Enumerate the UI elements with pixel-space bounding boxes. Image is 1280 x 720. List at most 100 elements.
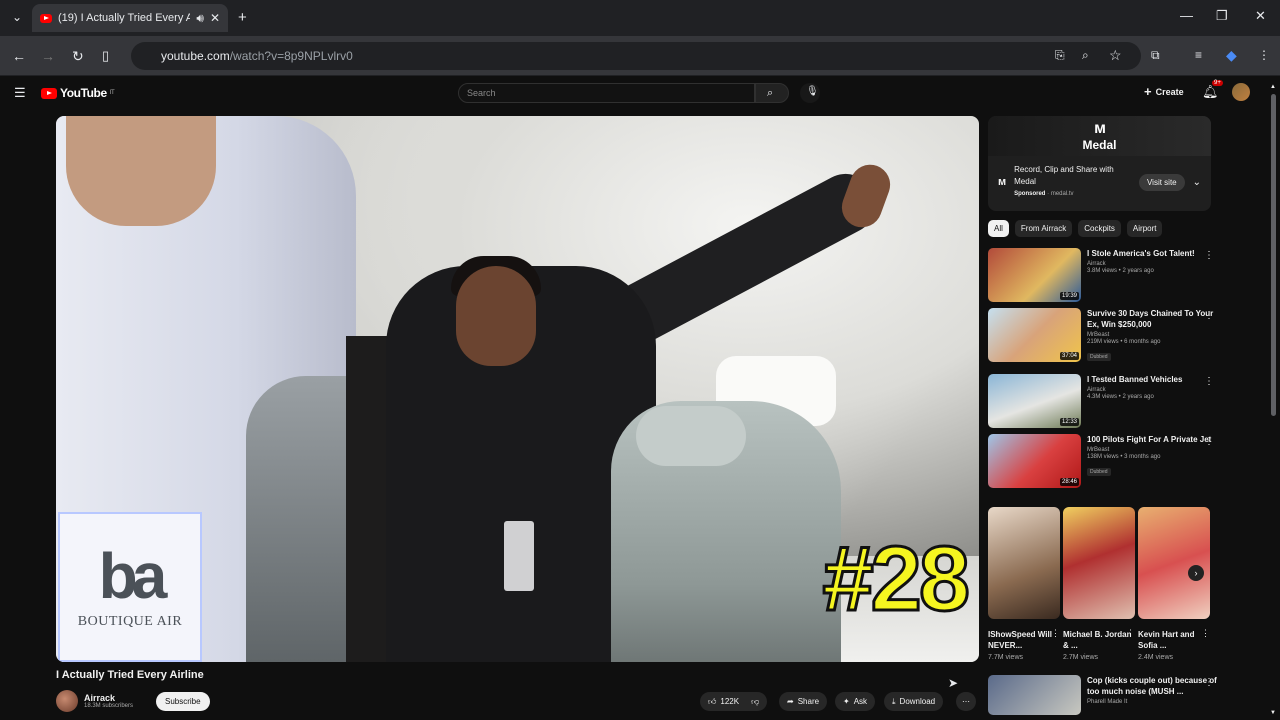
like-count: 122K xyxy=(720,697,740,706)
rec-menu-icon[interactable]: ⋮ xyxy=(1204,250,1214,261)
dubbed-badge: Dubbed xyxy=(1087,468,1111,476)
profile-icon[interactable]: ◆ xyxy=(1226,47,1237,64)
notification-count-badge: 9+ xyxy=(1212,80,1223,86)
short-title: Kevin Hart and Sofia ... xyxy=(1138,630,1195,650)
scroll-down-arrow-icon[interactable]: ▼ xyxy=(1270,710,1276,716)
short-menu-icon[interactable]: ⋮ xyxy=(1201,628,1210,639)
more-actions-button[interactable]: ⋯ xyxy=(956,692,976,711)
shorts-shelf: IShowSpeed Will NEVER... 7.7M views ⋮ Mi… xyxy=(988,507,1211,667)
zoom-icon[interactable]: ⌕ xyxy=(1082,48,1089,63)
recommendation-item[interactable]: 12:33 I Tested Banned Vehicles Airrack 4… xyxy=(988,374,1218,432)
chip-cockpits[interactable]: Cockpits xyxy=(1078,220,1121,237)
short-item[interactable]: Kevin Hart and Sofia ... 2.4M views ⋮ xyxy=(1138,507,1210,661)
visit-site-button[interactable]: Visit site xyxy=(1138,173,1185,191)
recommendation-item[interactable]: Cop (kicks couple out) because of too mu… xyxy=(988,675,1218,715)
address-bar[interactable]: ⚙︎ youtube.com/watch?v=8p9NPLvlrv0 xyxy=(131,42,1141,100)
tab-list-chevron-icon[interactable]: ⌄ xyxy=(12,10,22,24)
account-avatar[interactable] xyxy=(1232,83,1250,101)
speaker-icon[interactable]: 🔊︎ xyxy=(196,11,204,26)
sidebar-icon[interactable]: ▯ xyxy=(102,48,109,64)
rec-menu-icon[interactable]: ⋮ xyxy=(1204,436,1214,447)
sponsored-ad[interactable]: ᴍ Medal ᴍ Record, Clip and Share with Me… xyxy=(988,116,1211,211)
channel-name[interactable]: Airrack xyxy=(84,693,133,703)
notifications-bell-icon[interactable]: 🔔︎ xyxy=(1202,84,1219,100)
short-views: 2.4M views xyxy=(1138,654,1174,661)
short-item[interactable]: Michael B. Jordan & ... 2.7M views ⋮ xyxy=(1063,507,1135,661)
search-input[interactable]: Search xyxy=(458,83,755,103)
short-menu-icon[interactable]: ⋮ xyxy=(1126,628,1135,639)
bookmark-star-icon[interactable]: ☆ xyxy=(1109,47,1122,64)
rec-menu-icon[interactable]: ⋮ xyxy=(1204,376,1214,387)
extensions-icon[interactable]: ⧉ xyxy=(1151,48,1160,63)
video-thumbnail[interactable]: 37:04 xyxy=(988,308,1081,362)
video-thumbnail[interactable]: 19:39 xyxy=(988,248,1081,302)
create-button[interactable]: + Create xyxy=(1144,84,1184,99)
boutique-air-mark: ba xyxy=(98,540,168,612)
video-frame-head xyxy=(456,266,536,366)
reload-icon[interactable]: ↻ xyxy=(72,48,84,65)
recommendation-item[interactable]: 28:46 100 Pilots Fight For A Private Jet… xyxy=(988,434,1218,492)
close-window-icon[interactable]: ✕ xyxy=(1255,8,1266,24)
short-title: IShowSpeed Will NEVER... xyxy=(988,630,1052,650)
sparkle-icon: ✦ xyxy=(843,697,850,706)
ad-brand: Medal xyxy=(1082,138,1117,152)
shorts-next-chevron-icon[interactable]: › xyxy=(1188,565,1204,581)
back-icon[interactable]: ← xyxy=(12,48,26,64)
subscribe-button[interactable]: Subscribe xyxy=(156,692,210,711)
search-button[interactable]: ⌕ xyxy=(755,83,789,103)
rec-menu-icon[interactable]: ⋮ xyxy=(1204,310,1214,321)
new-tab-plus-icon[interactable]: + xyxy=(238,9,247,26)
minimize-icon[interactable]: — xyxy=(1180,8,1193,23)
chip-all[interactable]: All xyxy=(988,220,1009,237)
short-menu-icon[interactable]: ⋮ xyxy=(1051,628,1060,639)
video-player[interactable]: ba BOUTIQUE AIR #28 xyxy=(56,116,979,662)
short-item[interactable]: IShowSpeed Will NEVER... 7.7M views ⋮ xyxy=(988,507,1060,661)
video-thumbnail[interactable]: 28:46 xyxy=(988,434,1081,488)
menu-kebab-icon[interactable]: ⋮ xyxy=(1258,48,1270,62)
media-controls-icon[interactable]: ≡ xyxy=(1195,48,1202,62)
page-scrollbar[interactable]: ▲ ▼ xyxy=(1270,84,1276,720)
voice-search-button[interactable]: 🎙︎ xyxy=(800,83,820,103)
recommendation-item[interactable]: 37:04 Survive 30 Days Chained To Your Ex… xyxy=(988,308,1218,366)
rec-channel: Airrack xyxy=(1087,261,1106,267)
rec-meta: 4.3M views • 2 years ago xyxy=(1087,394,1154,400)
install-app-icon[interactable]: ⎘ xyxy=(1055,48,1065,63)
scrollbar-thumb[interactable] xyxy=(1271,94,1276,416)
share-button[interactable]: ➦ Share xyxy=(779,692,828,711)
video-thumbnail[interactable]: 12:33 xyxy=(988,374,1081,428)
restore-icon[interactable]: ❐ xyxy=(1216,8,1228,24)
ask-label: Ask xyxy=(853,697,868,706)
forward-icon[interactable]: → xyxy=(41,48,55,64)
short-title: Michael B. Jordan & ... xyxy=(1063,630,1132,650)
download-label: Download xyxy=(899,697,936,706)
youtube-play-icon xyxy=(41,87,57,99)
close-tab-icon[interactable]: ✕ xyxy=(210,11,220,25)
short-thumbnail[interactable] xyxy=(1138,507,1210,619)
youtube-logo[interactable]: YouTube IT xyxy=(41,86,115,100)
logo-country: IT xyxy=(109,90,115,96)
channel-avatar[interactable] xyxy=(56,690,78,712)
video-frame-face xyxy=(66,116,216,226)
short-thumbnail[interactable] xyxy=(988,507,1060,619)
mouse-cursor-icon: ➤ xyxy=(948,676,959,690)
chip-from-airrack[interactable]: From Airrack xyxy=(1014,220,1073,237)
hamburger-menu-icon[interactable]: ☰ xyxy=(14,85,26,101)
browser-tab[interactable]: (19) I Actually Tried Every A 🔊︎ ✕ xyxy=(32,4,228,32)
ask-button[interactable]: ✦ Ask xyxy=(835,692,876,711)
rec-title: I Tested Banned Vehicles xyxy=(1087,375,1183,384)
channel-info: Airrack 18.3M subscribers xyxy=(56,690,133,712)
like-button[interactable]: 👍︎ 122K 👎︎ xyxy=(700,692,768,711)
rec-channel: MrBeast xyxy=(1087,332,1110,338)
scroll-up-arrow-icon[interactable]: ▲ xyxy=(1270,84,1276,90)
ad-domain: medal.tv xyxy=(1050,191,1074,197)
video-thumbnail[interactable] xyxy=(988,675,1081,715)
chevron-down-icon[interactable]: ⌄ xyxy=(1193,177,1201,188)
rec-menu-icon[interactable]: ⋮ xyxy=(1204,677,1214,688)
create-label: Create xyxy=(1155,86,1184,97)
ad-banner: ᴍ Medal xyxy=(988,116,1211,156)
short-thumbnail[interactable] xyxy=(1063,507,1135,619)
recommendation-item[interactable]: 19:39 I Stole America's Got Talent! Airr… xyxy=(988,248,1218,306)
chip-airport[interactable]: Airport xyxy=(1126,220,1163,237)
dislike-icon[interactable]: 👎︎ xyxy=(751,697,759,707)
download-button[interactable]: ⤓ Download xyxy=(884,692,944,711)
